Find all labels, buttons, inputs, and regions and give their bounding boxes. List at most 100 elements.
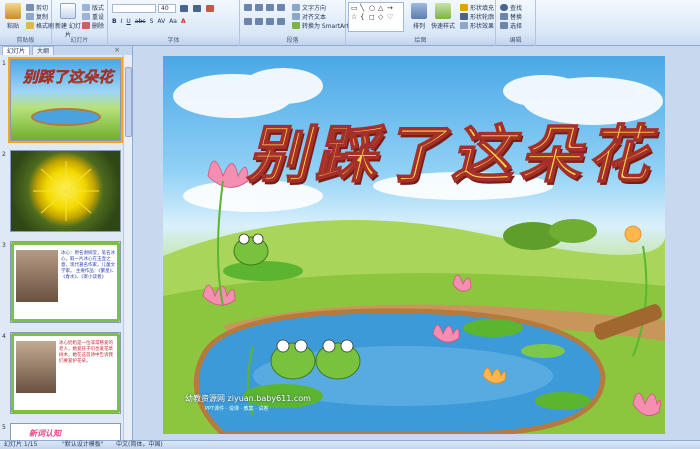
tab-slides[interactable]: 幻灯片 bbox=[2, 46, 31, 55]
group-paragraph: 文字方向 对齐文本 转换为 SmartArt 段落 bbox=[240, 0, 349, 46]
quick-styles-icon bbox=[435, 3, 451, 19]
font-name-combo[interactable] bbox=[112, 4, 156, 13]
slide-number: 3 bbox=[2, 242, 6, 249]
cut-button[interactable]: 剪切 bbox=[26, 3, 48, 12]
justify-icon[interactable] bbox=[277, 18, 285, 25]
heart-icon[interactable]: ♡ bbox=[387, 13, 393, 21]
callout-icon[interactable]: ◻ bbox=[369, 13, 375, 21]
clear-format-icon[interactable] bbox=[206, 5, 214, 12]
rectangle-icon[interactable]: ▭ bbox=[351, 4, 358, 12]
layout-icon bbox=[82, 4, 90, 11]
brush-icon bbox=[26, 22, 34, 29]
line-icon[interactable]: ╲ bbox=[360, 4, 364, 12]
align-center-icon[interactable] bbox=[255, 18, 263, 25]
align-buttons bbox=[244, 18, 285, 25]
shape-fill-button[interactable]: 形状填充 bbox=[460, 3, 494, 12]
shadow-icon[interactable]: S bbox=[150, 18, 154, 25]
thumb-title: 新词认知 bbox=[29, 429, 61, 438]
font-size-combo[interactable]: 40 bbox=[158, 4, 176, 13]
thumb-text: 冰心：原名谢婉莹，笔名冰心，取一片冰心在玉壶之意，现代著名作家，儿童文学家。 主… bbox=[61, 251, 117, 280]
brace-icon[interactable]: { bbox=[360, 13, 364, 21]
group-label: 剪贴板 bbox=[0, 37, 51, 45]
grow-font-icon[interactable] bbox=[180, 5, 188, 12]
pane-scrollbar[interactable] bbox=[123, 55, 132, 440]
status-theme: "默认设计模板" bbox=[62, 441, 104, 448]
char-spacing-icon[interactable]: AV bbox=[157, 18, 165, 25]
bold-icon[interactable]: B bbox=[112, 18, 117, 25]
triangle-icon[interactable]: △ bbox=[378, 4, 383, 12]
copy-button[interactable]: 复制 bbox=[26, 12, 48, 21]
portrait-image bbox=[16, 341, 56, 393]
strikethrough-icon[interactable]: abc bbox=[135, 18, 146, 25]
group-slides: 新建 幻灯片 版式 重设 删除 幻灯片 bbox=[52, 0, 108, 46]
tab-outline[interactable]: 大纲 bbox=[32, 46, 55, 55]
watermark-text: 幼教资源网 ziyuan.baby611.com bbox=[185, 394, 311, 403]
shapes-gallery[interactable]: ▭ ╲ ○ △ → ☆ { ◻ ◇ ♡ bbox=[348, 2, 404, 32]
effects-icon bbox=[460, 22, 468, 29]
quick-styles-button[interactable]: 快速样式 bbox=[430, 3, 456, 30]
slide-thumbnail-2[interactable]: 2 bbox=[0, 149, 124, 235]
text-direction-button[interactable]: 文字方向 bbox=[292, 3, 326, 12]
group-label: 幻灯片 bbox=[52, 37, 107, 45]
group-editing: 查找 替换 选择 编辑 bbox=[496, 0, 536, 46]
status-language[interactable]: 中文(简体，中国) bbox=[116, 441, 163, 449]
smartart-icon bbox=[292, 22, 300, 29]
new-slide-button[interactable]: 新建 幻灯片 bbox=[55, 3, 81, 39]
font-style-buttons: B I U abc S AV Aa A bbox=[112, 18, 186, 25]
slide-thumbnail-3[interactable]: 3 冰心：原名谢婉莹，笔名冰心，取一片冰心在玉壶之意，现代著名作家，儿童文学家。… bbox=[0, 240, 124, 326]
shape-effects-button[interactable]: 形状效果 bbox=[460, 21, 494, 30]
thumb-image: 新词认知 bbox=[10, 423, 121, 440]
shrink-font-icon[interactable] bbox=[193, 5, 201, 12]
replace-icon bbox=[500, 13, 508, 20]
arrow-icon[interactable]: → bbox=[387, 4, 393, 12]
slide-thumbnail-1[interactable]: 1 别踩了这朵花 bbox=[0, 57, 124, 144]
slide-number: 1 bbox=[2, 60, 6, 67]
replace-button[interactable]: 替换 bbox=[500, 12, 522, 21]
slide-canvas[interactable]: 别踩了这朵花 幼教资源网 ziyuan.baby611.com PPT课件 · … bbox=[163, 56, 665, 434]
arrange-button[interactable]: 排列 bbox=[408, 3, 430, 30]
group-label: 段落 bbox=[240, 37, 345, 45]
shape-outline-button[interactable]: 形状轮廓 bbox=[460, 12, 494, 21]
numbering-icon[interactable] bbox=[255, 4, 263, 11]
close-icon[interactable]: × bbox=[114, 46, 120, 55]
watermark-subtext: PPT课件 · 说课 · 教案 · 试卷 bbox=[205, 406, 269, 412]
reset-button[interactable]: 重设 bbox=[82, 12, 104, 21]
paste-button[interactable]: 粘贴 bbox=[2, 3, 24, 30]
select-button[interactable]: 选择 bbox=[500, 21, 522, 30]
underline-icon[interactable]: U bbox=[126, 18, 130, 25]
format-painter-button[interactable]: 格式刷 bbox=[26, 21, 54, 30]
status-bar: 幻灯片 1/15 "默认设计模板" 中文(简体，中国) bbox=[0, 440, 700, 449]
font-color-icon[interactable]: A bbox=[181, 18, 186, 25]
slide-thumbnail-4[interactable]: 4 冰心奶奶是一位非常慈爱的老人，她爱孩子们也爱花草树木，她在这首诗中告诉我们要… bbox=[0, 331, 124, 417]
scrollbar-thumb[interactable] bbox=[125, 67, 132, 137]
increase-indent-icon[interactable] bbox=[277, 4, 285, 11]
italic-icon[interactable]: I bbox=[121, 18, 123, 25]
paste-icon bbox=[5, 3, 21, 19]
select-icon bbox=[500, 22, 508, 29]
slide-number: 4 bbox=[2, 333, 6, 340]
slide-title[interactable]: 别踩了这朵花 bbox=[246, 104, 655, 194]
diamond-icon[interactable]: ◇ bbox=[378, 13, 383, 21]
align-text-icon bbox=[292, 13, 300, 20]
group-label: 绘图 bbox=[346, 37, 495, 45]
decrease-indent-icon[interactable] bbox=[266, 4, 274, 11]
align-left-icon[interactable] bbox=[244, 18, 252, 25]
smartart-button[interactable]: 转换为 SmartArt bbox=[292, 21, 349, 30]
bullets-icon[interactable] bbox=[244, 4, 252, 11]
slide-thumbnail-5[interactable]: 5 新词认知 bbox=[0, 422, 124, 440]
font-size-buttons bbox=[180, 5, 214, 12]
thumb-text: 冰心奶奶是一位非常慈爱的老人，她爱孩子们也爱花草树木，她在这首诗中告诉我们要爱护… bbox=[59, 341, 113, 364]
slide-number: 2 bbox=[2, 151, 6, 158]
align-text-button[interactable]: 对齐文本 bbox=[292, 12, 326, 21]
thumb-image: 别踩了这朵花 bbox=[8, 57, 123, 143]
find-button[interactable]: 查找 bbox=[500, 3, 522, 12]
layout-button[interactable]: 版式 bbox=[82, 3, 104, 12]
thumb-image: 冰心奶奶是一位非常慈爱的老人，她爱孩子们也爱花草树木，她在这首诗中告诉我们要爱护… bbox=[10, 332, 121, 414]
align-right-icon[interactable] bbox=[266, 18, 274, 25]
star-icon[interactable]: ☆ bbox=[351, 13, 357, 21]
thumb-image bbox=[10, 150, 121, 232]
oval-icon[interactable]: ○ bbox=[369, 4, 375, 12]
slide-number: 5 bbox=[2, 424, 6, 431]
delete-button[interactable]: 删除 bbox=[82, 21, 104, 30]
change-case-icon[interactable]: Aa bbox=[169, 18, 177, 25]
